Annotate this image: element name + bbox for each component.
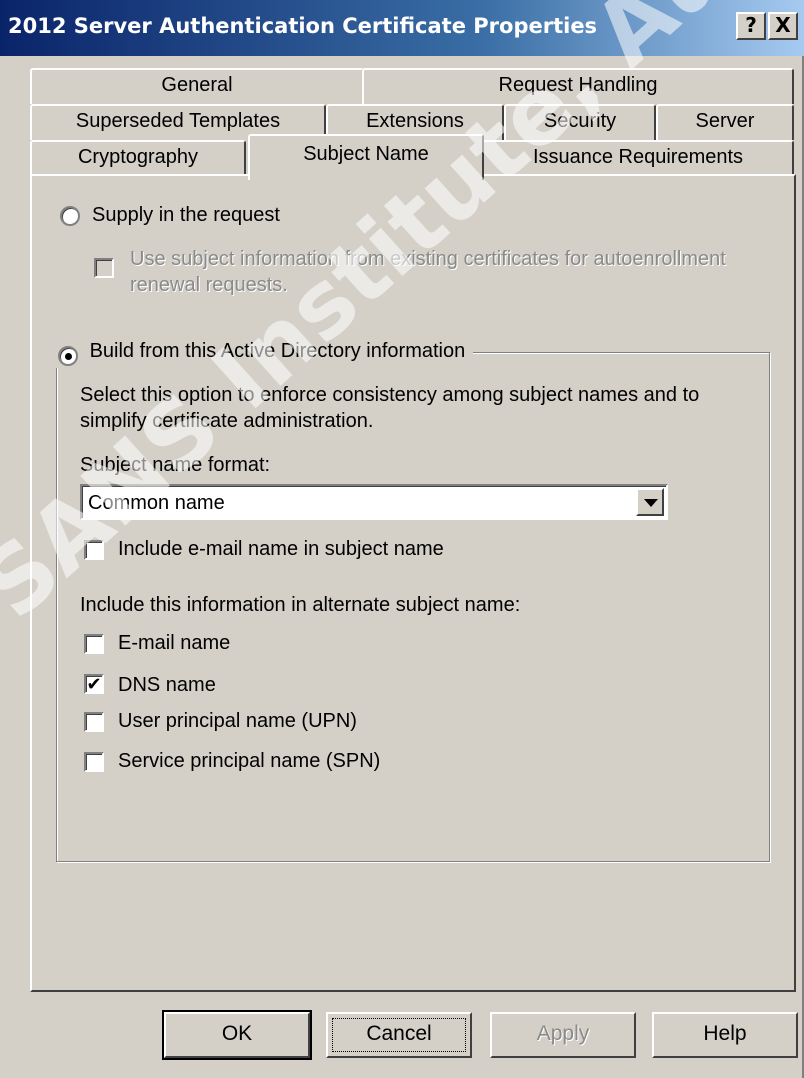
- build-from-ad-legend: Build from this Active Directory informa…: [54, 340, 474, 368]
- chevron-down-icon[interactable]: [636, 488, 664, 516]
- subject-name-format-label: Subject name format:: [80, 454, 271, 476]
- build-from-ad-radio[interactable]: [58, 345, 78, 366]
- email-name-checkbox[interactable]: [84, 634, 104, 654]
- ad-description-line1: Select this option to enforce consistenc…: [80, 384, 700, 406]
- spn-label[interactable]: Service principal name (SPN): [118, 750, 380, 773]
- help-button[interactable]: Help: [652, 1012, 798, 1058]
- upn-label[interactable]: User principal name (UPN): [118, 710, 357, 733]
- alternate-subject-name-label: Include this information in alternate su…: [80, 594, 521, 616]
- dns-name-label[interactable]: DNS name: [118, 674, 216, 697]
- tab-general[interactable]: General: [30, 68, 364, 104]
- dns-name-checkbox[interactable]: ✔: [84, 674, 104, 694]
- title-bar: 2012 Server Authentication Certificate P…: [0, 0, 804, 56]
- tab-request-handling[interactable]: Request Handling: [362, 68, 794, 104]
- upn-checkbox[interactable]: [84, 712, 104, 732]
- apply-button[interactable]: Apply: [490, 1012, 636, 1058]
- cancel-button[interactable]: Cancel: [326, 1012, 472, 1058]
- supply-in-request-radio[interactable]: [60, 206, 80, 226]
- tab-issuance-requirements[interactable]: Issuance Requirements: [482, 140, 794, 176]
- use-existing-subject-label-line1: Use subject information from existing ce…: [130, 248, 726, 270]
- subject-name-format-select[interactable]: Common name: [80, 484, 668, 520]
- email-name-label[interactable]: E-mail name: [118, 632, 230, 655]
- use-existing-subject-checkbox: [94, 258, 114, 278]
- properties-dialog: 2012 Server Authentication Certificate P…: [0, 0, 804, 1078]
- ok-button[interactable]: OK: [162, 1010, 312, 1060]
- radio-selected-dot: [65, 352, 72, 360]
- tab-security[interactable]: Security: [504, 104, 656, 140]
- help-icon[interactable]: ?: [736, 12, 766, 40]
- use-existing-subject-label-line2: renewal requests.: [130, 274, 288, 296]
- tab-server[interactable]: Server: [656, 104, 794, 140]
- include-email-in-subject-label[interactable]: Include e-mail name in subject name: [118, 538, 444, 561]
- include-email-in-subject-checkbox[interactable]: [84, 540, 104, 560]
- subject-name-format-value: Common name: [88, 492, 225, 514]
- build-from-ad-label[interactable]: Build from this Active Directory informa…: [90, 340, 466, 362]
- tab-cryptography[interactable]: Cryptography: [30, 140, 246, 176]
- supply-in-request-label[interactable]: Supply in the request: [92, 204, 280, 227]
- tab-subject-name[interactable]: Subject Name: [248, 134, 484, 180]
- checkmark-icon: ✔: [86, 674, 102, 694]
- ad-description-line2: simplify certificate administration.: [80, 410, 374, 432]
- close-icon[interactable]: X: [768, 12, 798, 40]
- spn-checkbox[interactable]: [84, 752, 104, 772]
- window-title: 2012 Server Authentication Certificate P…: [8, 14, 598, 38]
